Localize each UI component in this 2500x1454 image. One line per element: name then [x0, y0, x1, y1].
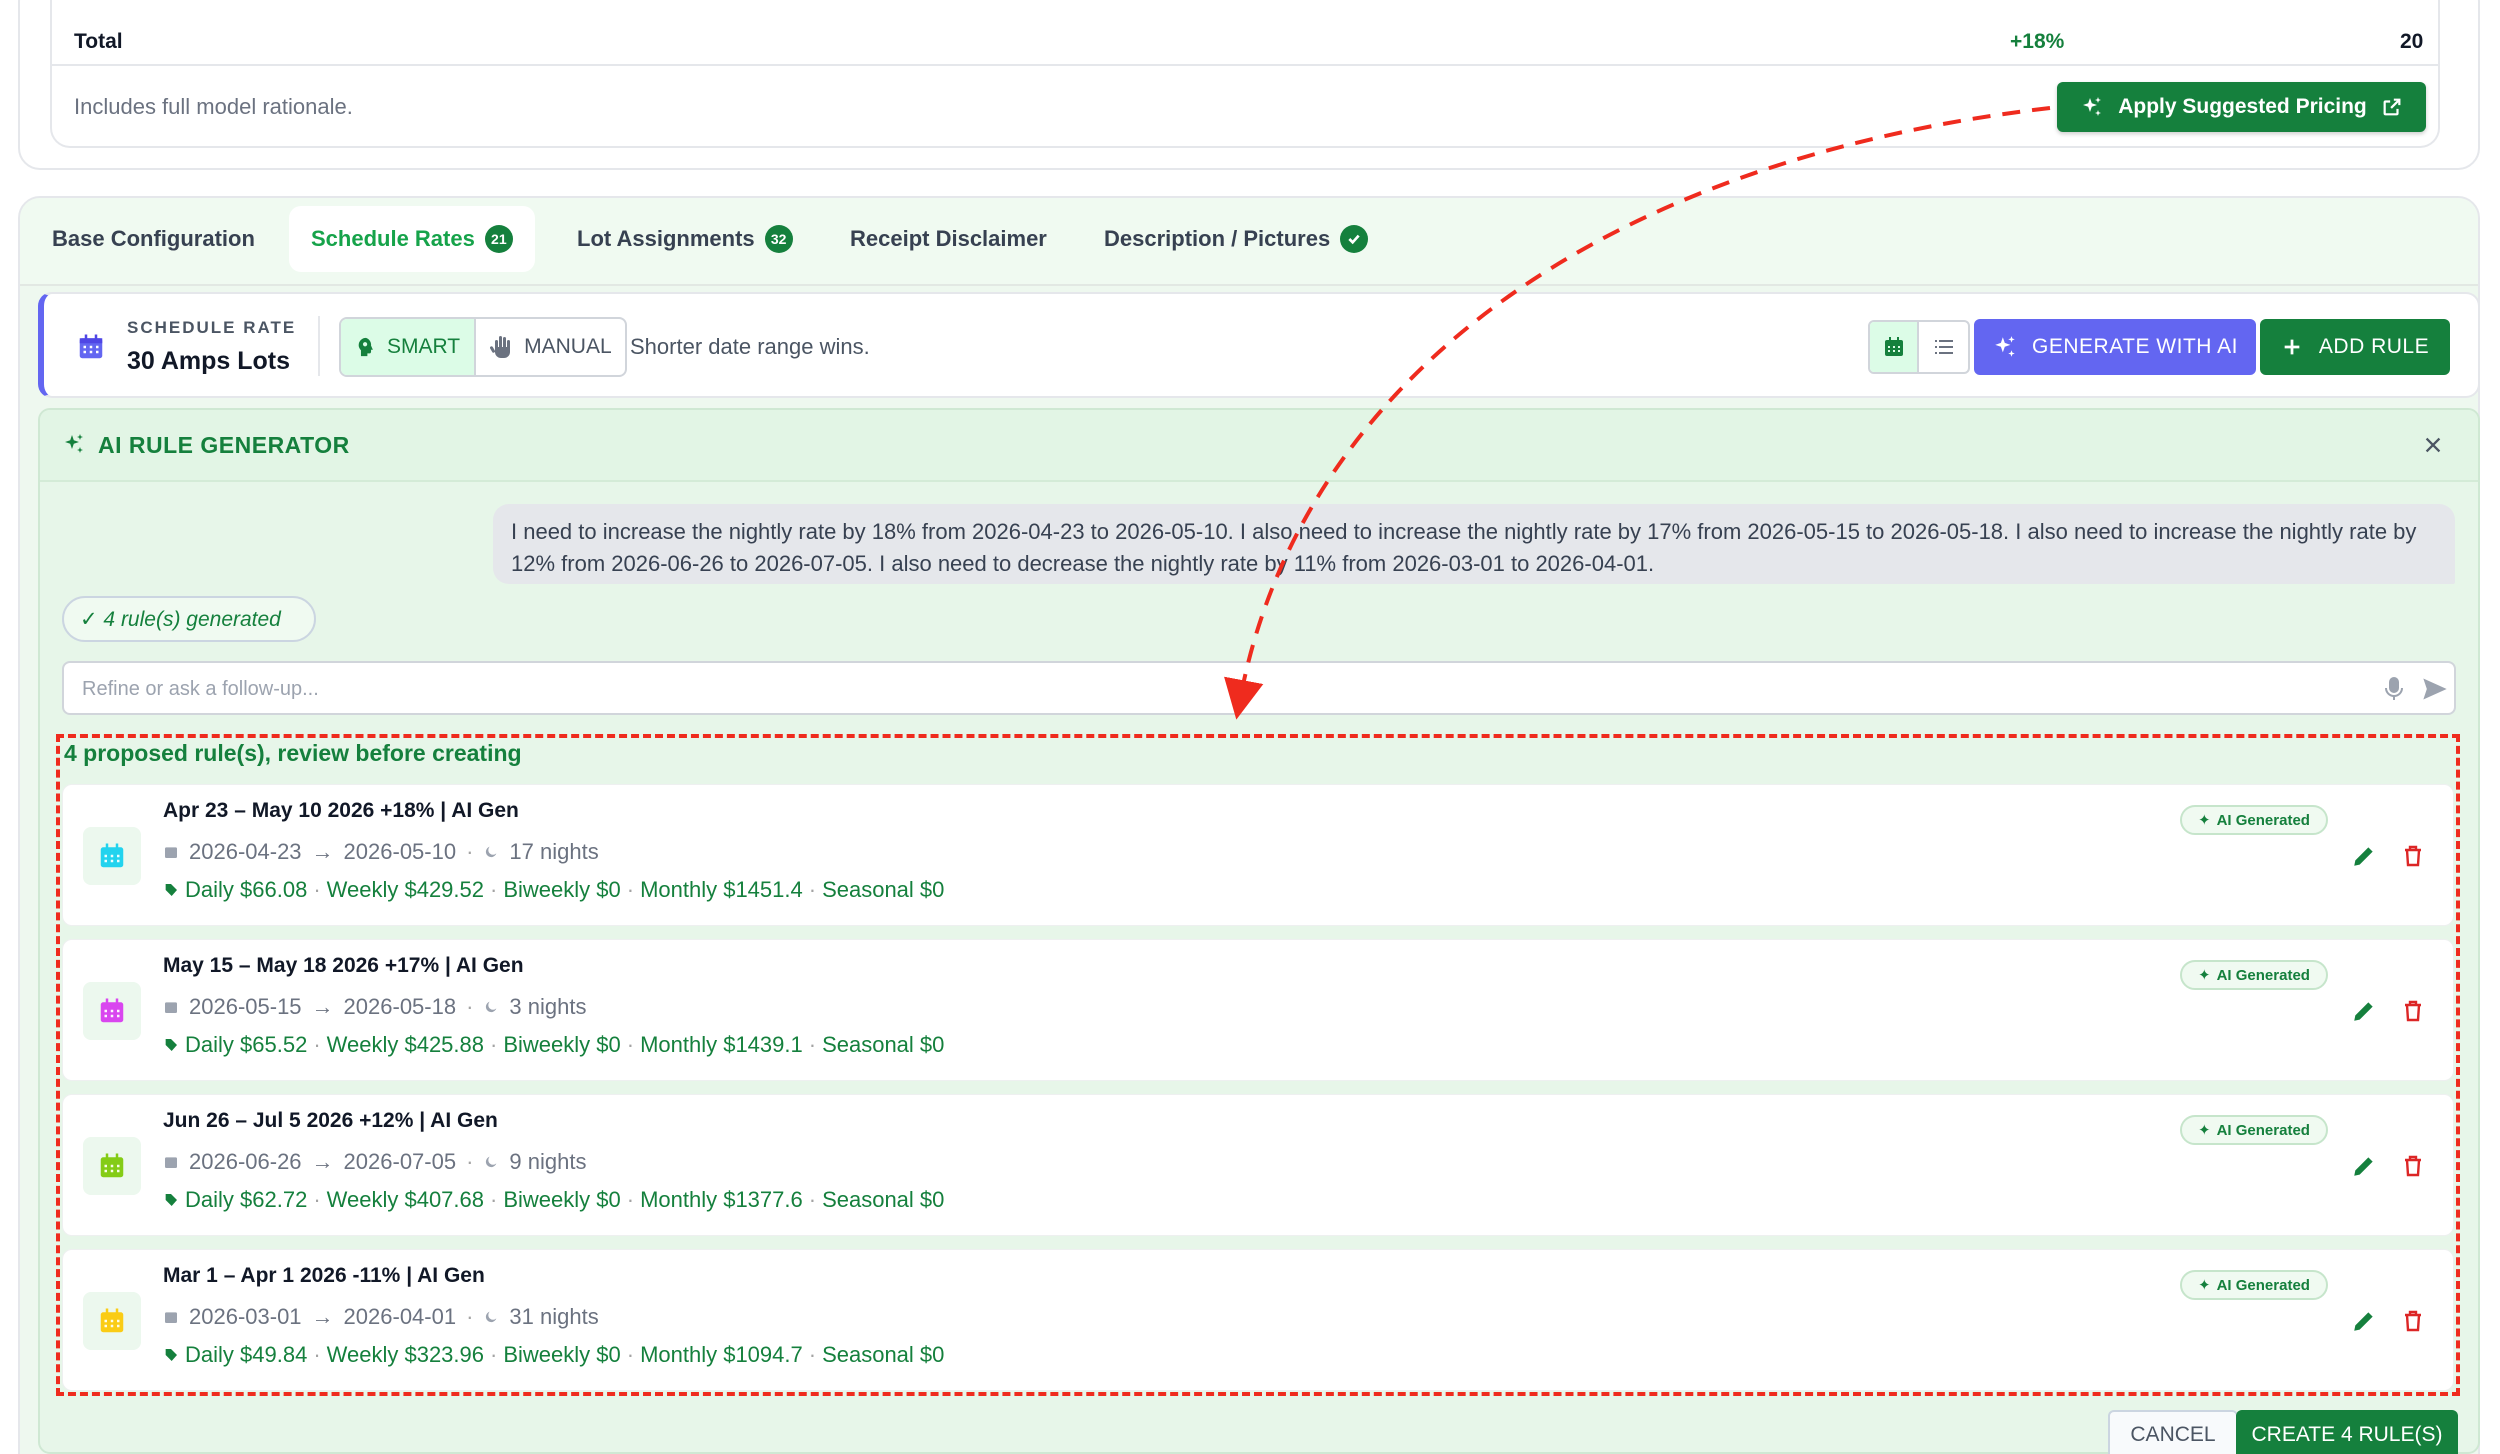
create-rules-button[interactable]: CREATE 4 RULE(S)	[2236, 1410, 2458, 1454]
manual-mode-label: MANUAL	[524, 335, 612, 358]
tab-description-pictures[interactable]: Description / Pictures	[1082, 206, 1390, 272]
tab-base-configuration[interactable]: Base Configuration	[30, 206, 277, 272]
calendar-icon	[79, 334, 103, 359]
list-icon	[1934, 340, 1953, 354]
total-percent: +18%	[2010, 30, 2065, 53]
tab-lot-assignments[interactable]: Lot Assignments 32	[555, 206, 815, 272]
brain-icon	[358, 337, 373, 357]
smart-mode-button[interactable]: SMART	[341, 319, 477, 375]
cancel-button[interactable]: CANCEL	[2108, 1410, 2238, 1454]
manual-mode-button[interactable]: MANUAL	[476, 319, 625, 375]
rules-generated-chip: ✓ 4 rule(s) generated	[62, 596, 316, 642]
calendar-view-button[interactable]	[1870, 322, 1920, 372]
sparkles-icon	[2083, 97, 2102, 116]
generate-with-ai-button[interactable]: GENERATE WITH AI	[1974, 319, 2256, 375]
tab-schedule-rates[interactable]: Schedule Rates 21	[289, 206, 535, 272]
apply-suggested-pricing-label: Apply Suggested Pricing	[2118, 95, 2367, 118]
user-prompt-message: I need to increase the nightly rate by 1…	[493, 504, 2455, 584]
sparkles-icon	[65, 434, 83, 453]
check-icon	[1340, 225, 1369, 253]
plus-icon	[2284, 339, 2300, 355]
close-icon[interactable]	[2422, 434, 2444, 456]
send-icon[interactable]	[2420, 675, 2450, 703]
tab-label: Lot Assignments	[577, 226, 755, 251]
apply-suggested-pricing-button[interactable]: Apply Suggested Pricing	[2057, 82, 2426, 132]
toolbar-divider	[318, 316, 320, 376]
schedule-rate-title: 30 Amps Lots	[127, 347, 291, 375]
add-rule-button[interactable]: ADD RULE	[2260, 319, 2450, 375]
schedule-hint: Shorter date range wins.	[630, 334, 870, 359]
microphone-icon[interactable]	[2382, 675, 2406, 703]
schedule-rate-caption: SCHEDULE RATE	[127, 318, 297, 337]
list-view-button[interactable]	[1919, 322, 1968, 372]
calendar-icon	[1884, 337, 1903, 356]
external-link-icon	[2383, 98, 2401, 116]
tab-receipt-disclaimer[interactable]: Receipt Disclaimer	[828, 206, 1069, 272]
ai-rule-generator-title: AI RULE GENERATOR	[98, 432, 350, 458]
tab-label: Base Configuration	[52, 226, 255, 251]
smart-mode-label: SMART	[387, 335, 461, 358]
hand-icon	[490, 336, 511, 358]
tab-count-badge: 32	[764, 225, 793, 253]
tab-label: Description / Pictures	[1104, 226, 1331, 251]
followup-field	[62, 661, 2456, 715]
summary-note: Includes full model rationale.	[74, 94, 353, 119]
sparkles-icon	[1995, 336, 2015, 357]
summary-divider	[52, 64, 2438, 66]
total-label: Total	[74, 30, 123, 53]
followup-input[interactable]	[82, 675, 2282, 703]
tab-label: Schedule Rates	[311, 226, 475, 251]
ai-rule-generator-header	[40, 410, 2478, 482]
view-toggle-group	[1868, 320, 1970, 374]
tab-label: Receipt Disclaimer	[850, 226, 1047, 251]
annotation-highlight-box	[56, 734, 2460, 1396]
generate-with-ai-label: GENERATE WITH AI	[2032, 335, 2238, 358]
total-count: 20	[2400, 30, 2424, 53]
tab-count-badge: 21	[484, 225, 513, 253]
add-rule-label: ADD RULE	[2318, 335, 2430, 358]
mode-toggle-group: SMART MANUAL	[339, 317, 627, 377]
